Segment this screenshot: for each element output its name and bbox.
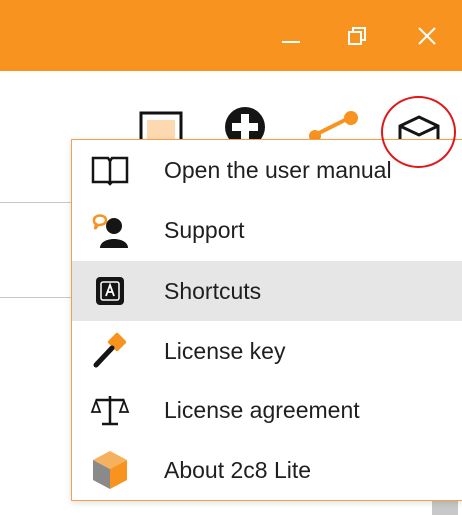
menu-item-label: About 2c8 Lite [164, 456, 312, 483]
close-icon [418, 26, 436, 45]
minimize-button[interactable] [267, 0, 315, 71]
support-icon [90, 210, 130, 250]
menu-item-support[interactable]: Support [72, 200, 462, 260]
menu-item-label: Support [164, 216, 245, 243]
panel-divider [0, 202, 71, 203]
help-menu: Open the user manual Support Shortcuts L… [71, 139, 462, 501]
minimize-icon [282, 40, 300, 43]
share-icon [309, 111, 358, 142]
restore-button[interactable] [333, 0, 381, 71]
menu-item-license-agreement[interactable]: License agreement [72, 380, 462, 440]
menu-item-label: License agreement [164, 396, 360, 423]
cube-icon [90, 450, 130, 490]
scrollbar-corner [432, 500, 458, 515]
restore-icon [348, 26, 366, 45]
menu-item-license-key[interactable]: License key [72, 321, 462, 381]
add-icon [225, 107, 265, 147]
menu-item-label: License key [164, 337, 286, 364]
menu-item-label: Open the user manual [164, 156, 392, 183]
scales-icon [90, 390, 130, 430]
close-button[interactable] [403, 0, 451, 71]
menu-item-label: Shortcuts [164, 277, 262, 304]
title-bar [0, 0, 462, 71]
menu-item-about[interactable]: About 2c8 Lite [72, 440, 462, 500]
menu-item-open-user-manual[interactable]: Open the user manual [72, 140, 462, 200]
menu-item-shortcuts[interactable]: Shortcuts [72, 261, 462, 321]
keyboard-key-icon [90, 271, 130, 311]
book-icon [90, 150, 130, 190]
key-icon [90, 331, 130, 371]
panel-divider [0, 297, 71, 298]
